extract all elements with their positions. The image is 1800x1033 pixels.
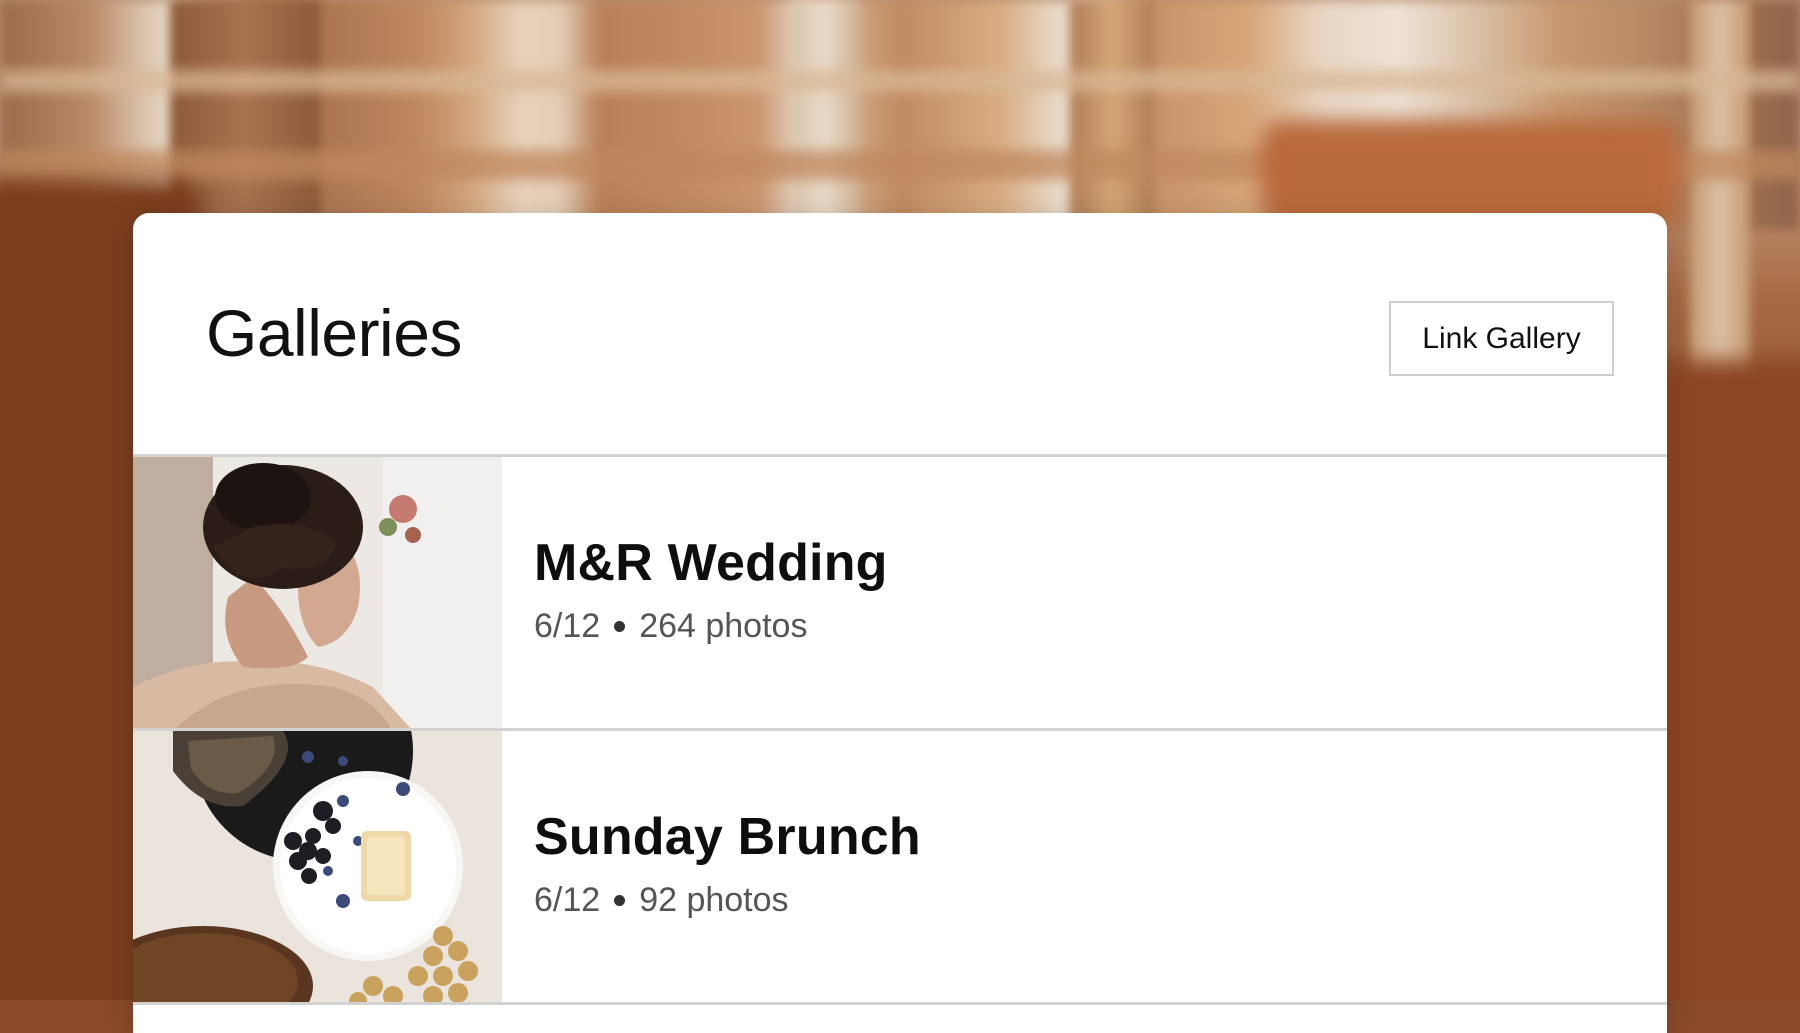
- galleries-card: Galleries Link Gallery M&R Wedding 6/12 …: [133, 213, 1667, 1033]
- gallery-photo-count: 264 photos: [639, 607, 808, 645]
- separator-dot: [614, 621, 626, 632]
- gallery-name: M&R Wedding: [534, 534, 888, 592]
- gallery-row-mr-wedding[interactable]: M&R Wedding 6/12 264 photos: [133, 457, 1667, 731]
- page-title: Galleries: [206, 296, 462, 370]
- gallery-thumbnail-bride-portrait: [133, 457, 502, 728]
- gallery-date: 6/12: [534, 881, 601, 919]
- gallery-meta: 6/12 264 photos: [534, 607, 807, 646]
- gallery-row-sunday-brunch[interactable]: Sunday Brunch 6/12 92 photos: [133, 731, 1667, 1005]
- separator-dot: [614, 895, 626, 906]
- gallery-name: Sunday Brunch: [534, 808, 921, 866]
- link-gallery-button[interactable]: Link Gallery: [1389, 301, 1614, 376]
- gallery-photo-count: 92 photos: [639, 881, 789, 919]
- gallery-meta: 6/12 92 photos: [534, 881, 789, 920]
- gallery-date: 6/12: [534, 607, 601, 645]
- gallery-thumbnail-brunch-table: [133, 731, 502, 1002]
- card-header: Galleries Link Gallery: [133, 213, 1667, 457]
